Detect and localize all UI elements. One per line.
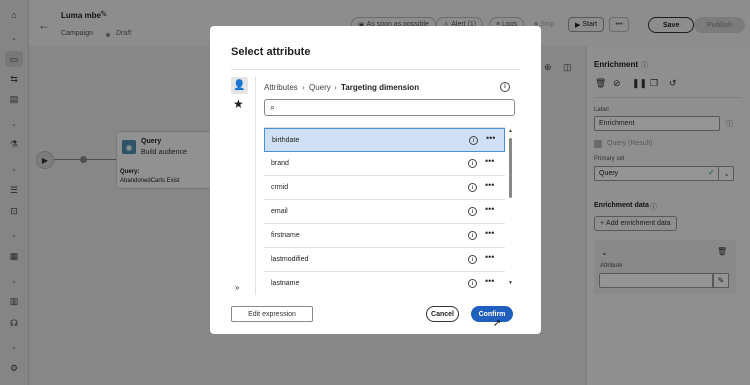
more-icon[interactable]: ••• [485,228,494,238]
more-icon[interactable]: ••• [485,252,494,262]
attribute-name: lastmodified [271,256,309,263]
list-item[interactable]: email i ••• [264,200,505,224]
mouse-cursor-icon: ➚ [493,318,502,329]
cancel-button[interactable]: Cancel [426,306,459,322]
list-item[interactable]: lastname i ••• [264,272,505,289]
expand-icon[interactable]: » [235,283,239,292]
more-icon[interactable]: ••• [486,133,495,143]
breadcrumb-targeting-dimension: Targeting dimension [341,83,420,92]
breadcrumb-separator-icon: › [302,83,305,92]
more-icon[interactable]: ••• [485,156,494,166]
attribute-name: lastname [271,280,300,287]
scrollbar-thumb[interactable] [509,138,512,198]
attribute-list: birthdate i ••• brand i ••• crmid i ••• … [264,127,505,289]
scroll-down-icon[interactable]: ▼ [508,280,513,286]
more-icon[interactable]: ••• [485,276,494,286]
info-icon[interactable]: i [500,82,510,92]
list-item[interactable]: brand i ••• [264,152,505,176]
edit-expression-button[interactable]: Edit expression [231,306,313,322]
confirm-button[interactable]: Confirm [471,306,513,322]
list-item[interactable]: lastmodified i ••• [264,248,505,272]
select-attribute-dialog: Select attribute 👤 ★ » Attributes › Quer… [210,26,541,334]
list-item[interactable]: crmid i ••• [264,176,505,200]
info-icon[interactable]: i [468,159,477,168]
list-item[interactable]: birthdate i ••• [264,128,505,152]
divider [231,69,520,70]
user-icon[interactable]: 👤 [231,77,248,94]
breadcrumb-separator-icon: › [334,83,337,92]
dialog-sidebar: 👤 ★ [231,77,248,297]
attribute-name: email [271,208,288,215]
star-icon[interactable]: ★ [233,97,244,111]
info-icon[interactable]: i [468,255,477,264]
divider [255,77,256,295]
breadcrumb-query[interactable]: Query [309,83,331,92]
more-icon[interactable]: ••• [485,180,494,190]
more-icon[interactable]: ••• [485,204,494,214]
dialog-title: Select attribute [231,46,311,58]
attribute-name: crmid [271,184,289,191]
info-icon[interactable]: i [468,183,477,192]
list-item[interactable]: firstname i ••• [264,224,505,248]
info-icon[interactable]: i [468,231,477,240]
attribute-name: birthdate [272,137,300,144]
search-input[interactable]: ⌕ [264,99,515,116]
info-icon[interactable]: i [469,136,478,145]
info-icon[interactable]: i [468,207,477,216]
info-icon[interactable]: i [468,279,477,288]
attribute-name: brand [271,160,289,167]
search-icon: ⌕ [270,102,276,112]
attribute-name: firstname [271,232,300,239]
scroll-up-icon[interactable]: ▲ [508,128,513,134]
breadcrumb-attributes[interactable]: Attributes [264,83,298,92]
